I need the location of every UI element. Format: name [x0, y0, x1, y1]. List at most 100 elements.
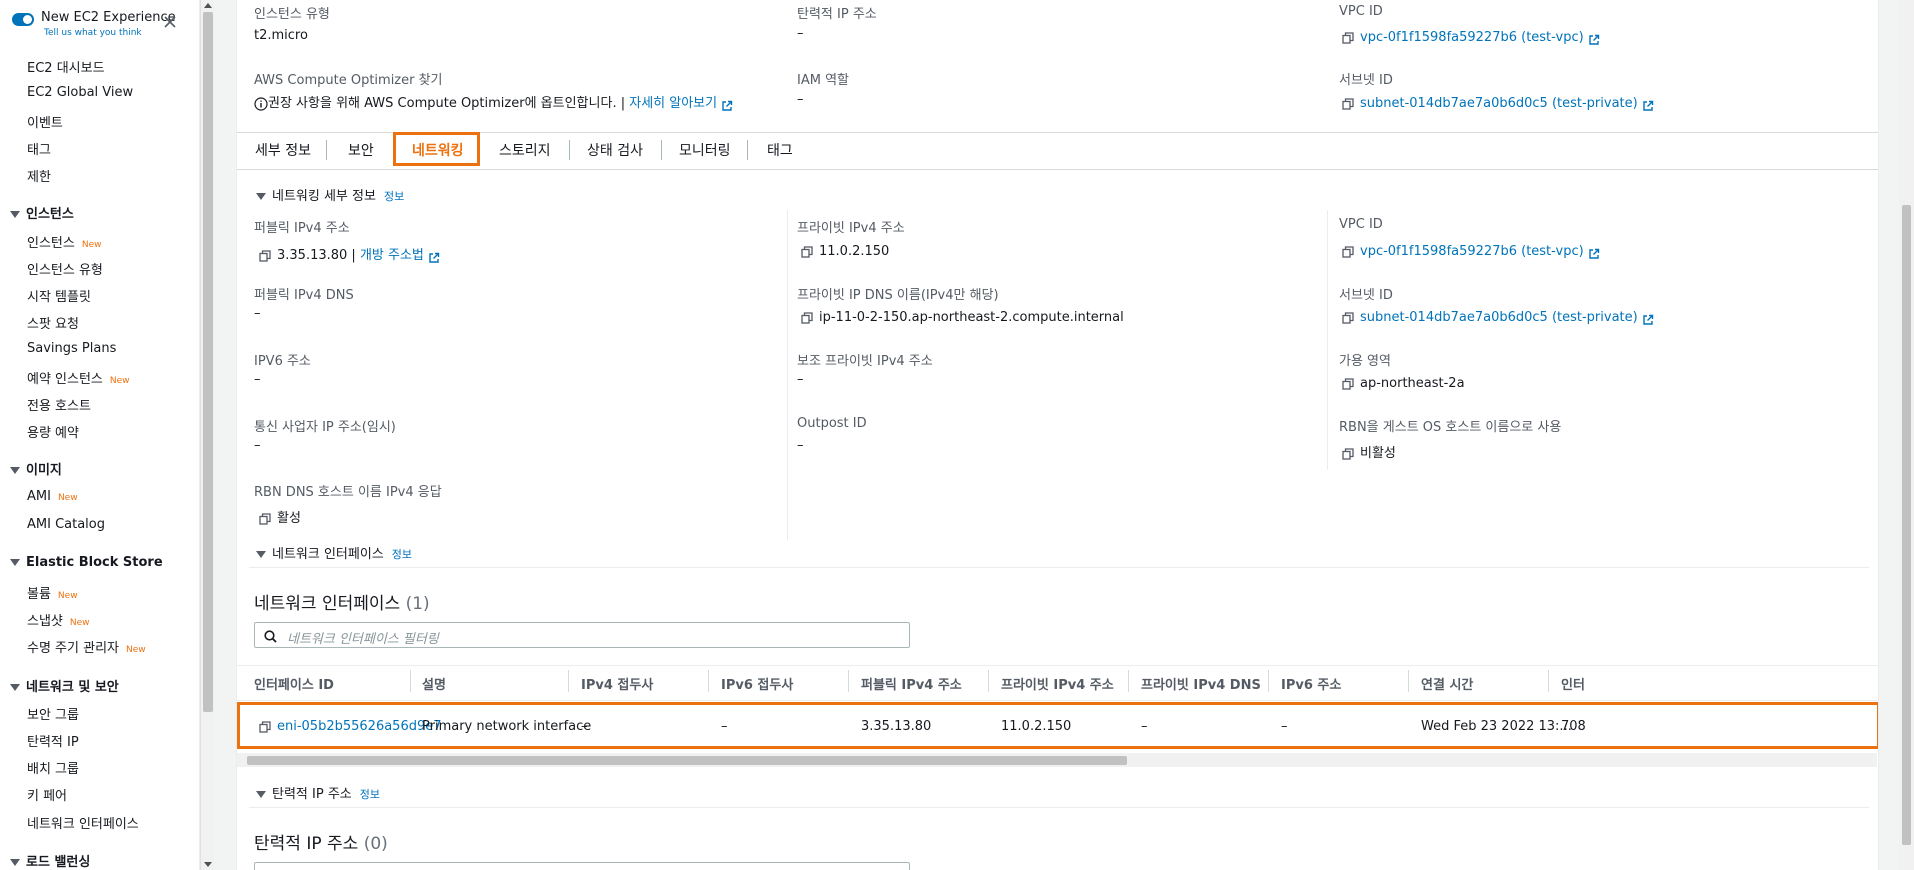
open-address-link[interactable]: 개방 주소법	[360, 248, 424, 263]
sidebar-item-spot-requests[interactable]: 스팟 요청	[27, 313, 79, 332]
sidebar-item-ec2-dashboard[interactable]: EC2 대시보드	[27, 57, 105, 76]
column-separator	[988, 670, 989, 692]
sidebar-section-load-balancing[interactable]: 로드 밸런싱	[10, 851, 90, 870]
elastic-ip-filter-input[interactable]	[254, 862, 910, 870]
sidebar-item-instance-types[interactable]: 인스턴스 유형	[27, 259, 103, 278]
column-header-interface-more[interactable]: 인터	[1561, 674, 1585, 693]
sidebar-item-lifecycle-manager[interactable]: 수명 주기 관리자 New	[27, 637, 146, 656]
info-link[interactable]: 정보	[360, 788, 380, 801]
network-interface-filter-input[interactable]: 네트워크 인터페이스 필터링	[254, 622, 910, 648]
column-separator	[1128, 670, 1129, 692]
caret-down-icon	[10, 559, 20, 566]
table-horizontal-scrollbar[interactable]	[237, 753, 1877, 767]
subnet-link[interactable]: subnet-014db7ae7a0b6d0c5 (test-private)	[1360, 310, 1638, 325]
tab-tags[interactable]: 태그	[767, 140, 793, 160]
vpc-link[interactable]: vpc-0f1f1598fa59227b6 (test-vpc)	[1360, 244, 1584, 259]
caret-down-icon	[10, 467, 20, 474]
copy-icon[interactable]	[801, 310, 813, 325]
tab-security[interactable]: 보안	[348, 140, 374, 160]
copy-icon[interactable]	[1342, 446, 1354, 461]
close-icon[interactable]	[164, 14, 176, 29]
copy-icon[interactable]	[1342, 30, 1354, 45]
sidebar-section-network-security[interactable]: 네트워크 및 보안	[10, 676, 119, 695]
sidebar-item-events[interactable]: 이벤트	[27, 112, 63, 131]
external-link-icon	[1642, 98, 1654, 113]
page-scrollbar[interactable]	[1899, 0, 1914, 870]
column-header-description[interactable]: 설명	[422, 674, 446, 693]
copy-icon[interactable]	[259, 248, 271, 263]
caret-down-icon	[10, 684, 20, 691]
sidebar-scrollbar[interactable]	[200, 0, 214, 870]
compute-optimizer-label: AWS Compute Optimizer 찾기	[254, 73, 443, 88]
private-ipv4-value: 11.0.2.150	[801, 244, 889, 259]
sidebar-scroll-thumb[interactable]	[203, 12, 213, 712]
sidebar-section-instances[interactable]: 인스턴스	[10, 203, 74, 222]
copy-icon[interactable]	[1342, 96, 1354, 111]
column-header-public-ipv4[interactable]: 퍼블릭 IPv4 주소	[861, 674, 962, 693]
subnet-link[interactable]: subnet-014db7ae7a0b6d0c5 (test-private)	[1360, 96, 1638, 111]
scroll-up-arrow-icon[interactable]	[204, 3, 212, 8]
sidebar-item-snapshots[interactable]: 스냅샷 New	[27, 610, 90, 629]
sidebar-item-capacity-reservations[interactable]: 용량 예약	[27, 422, 79, 441]
elastic-ips-header[interactable]: 탄력적 IP 주소 정보	[256, 783, 380, 802]
iam-role-label: IAM 역할	[797, 73, 849, 88]
learn-more-link[interactable]: 자세히 알아보기	[629, 96, 717, 111]
table-scroll-thumb[interactable]	[247, 756, 1127, 765]
external-link-icon	[1642, 312, 1654, 327]
copy-icon[interactable]	[1342, 244, 1354, 259]
caret-down-icon	[256, 193, 266, 200]
column-header-interface-id[interactable]: 인터페이스 ID	[254, 674, 334, 693]
networking-details-header[interactable]: 네트워킹 세부 정보 정보	[256, 185, 404, 204]
highlight-box	[393, 132, 480, 166]
sidebar-item-placement-groups[interactable]: 배치 그룹	[27, 758, 79, 777]
sidebar-item-security-groups[interactable]: 보안 그룹	[27, 704, 79, 723]
copy-icon[interactable]	[259, 511, 271, 526]
column-separator	[848, 670, 849, 692]
tab-details[interactable]: 세부 정보	[255, 140, 311, 160]
tab-storage[interactable]: 스토리지	[499, 140, 551, 160]
caret-down-icon	[256, 791, 266, 798]
column-header-ipv6-prefix[interactable]: IPv6 접두사	[721, 674, 793, 693]
sidebar-section-images[interactable]: 이미지	[10, 459, 62, 478]
sidebar-item-network-interfaces[interactable]: 네트워크 인터페이스	[27, 813, 139, 832]
column-separator	[1548, 670, 1549, 692]
sidebar-item-savings-plans[interactable]: Savings Plans	[27, 341, 116, 356]
net-subnet-id-label: 서브넷 ID	[1339, 288, 1393, 303]
sidebar-item-limits[interactable]: 제한	[27, 166, 51, 185]
scroll-down-arrow-icon[interactable]	[204, 862, 212, 867]
column-header-ipv6-address[interactable]: IPv6 주소	[1281, 674, 1341, 693]
sidebar-item-dedicated-hosts[interactable]: 전용 호스트	[27, 395, 91, 414]
public-dns-label: 퍼블릭 IPv4 DNS	[254, 288, 354, 303]
new-experience-toggle[interactable]	[12, 13, 34, 26]
rbn-guest-label: RBN을 게스트 OS 호스트 이름으로 사용	[1339, 420, 1562, 435]
column-divider	[1327, 210, 1328, 470]
sidebar-item-ami[interactable]: AMI New	[27, 489, 78, 504]
tab-separator	[747, 140, 748, 160]
sidebar-item-elastic-ips[interactable]: 탄력적 IP	[27, 731, 79, 750]
info-link[interactable]: 정보	[384, 190, 404, 203]
copy-icon[interactable]	[1342, 310, 1354, 325]
page-scroll-thumb[interactable]	[1902, 205, 1911, 845]
sidebar-item-key-pairs[interactable]: 키 페어	[27, 785, 67, 804]
sidebar-item-ami-catalog[interactable]: AMI Catalog	[27, 517, 105, 532]
column-header-ipv4-prefix[interactable]: IPv4 접두사	[581, 674, 653, 693]
feedback-link[interactable]: Tell us what you think	[44, 28, 142, 38]
network-interfaces-header[interactable]: 네트워크 인터페이스 정보	[256, 543, 412, 562]
column-header-attach-time[interactable]: 연결 시간	[1421, 674, 1473, 693]
copy-icon[interactable]	[1342, 376, 1354, 391]
sidebar-item-launch-templates[interactable]: 시작 템플릿	[27, 286, 91, 305]
tab-monitoring[interactable]: 모니터링	[679, 140, 731, 160]
sidebar-item-instances[interactable]: 인스턴스 New	[27, 232, 101, 251]
tab-status-checks[interactable]: 상태 검사	[587, 140, 643, 160]
sidebar-item-tags[interactable]: 태그	[27, 139, 51, 158]
column-header-private-ipv4[interactable]: 프라이빗 IPv4 주소	[1001, 674, 1114, 693]
sidebar-item-volumes[interactable]: 볼륨 New	[27, 583, 78, 602]
copy-icon[interactable]	[801, 244, 813, 259]
vpc-link[interactable]: vpc-0f1f1598fa59227b6 (test-vpc)	[1360, 30, 1584, 45]
column-header-private-dns[interactable]: 프라이빗 IPv4 DNS	[1141, 674, 1261, 693]
info-link[interactable]: 정보	[392, 548, 412, 561]
sidebar-item-ec2-global-view[interactable]: EC2 Global View	[27, 85, 133, 100]
sidebar-section-ebs[interactable]: Elastic Block Store	[10, 555, 163, 570]
filter-placeholder: 네트워크 인터페이스 필터링	[287, 632, 439, 647]
sidebar-item-reserved-instances[interactable]: 예약 인스턴스 New	[27, 368, 130, 387]
